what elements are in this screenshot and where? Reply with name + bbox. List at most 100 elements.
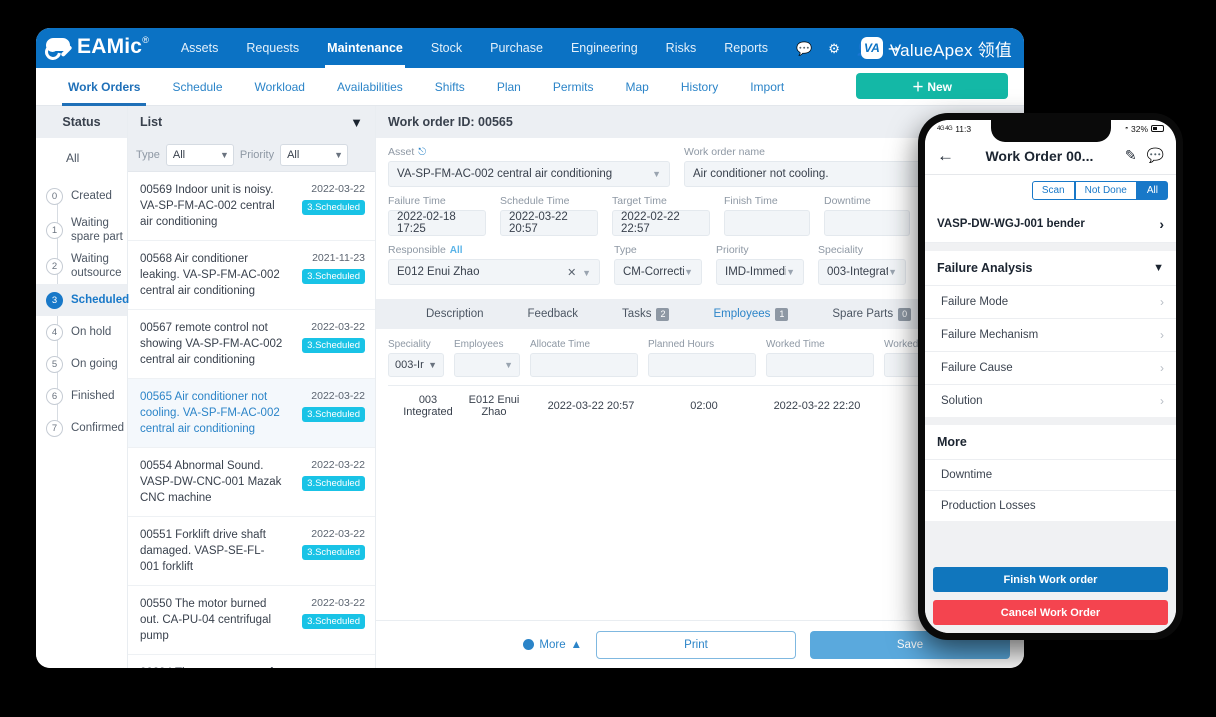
responsible-all-toggle[interactable]: All [450, 245, 463, 256]
status-item-scheduled[interactable]: 3 Scheduled [36, 284, 129, 316]
subcol-filter-input[interactable] [648, 353, 756, 377]
responsible-label-wrap: Responsible All [388, 244, 600, 256]
gear-icon[interactable]: ⚙ [828, 42, 840, 55]
list-item[interactable]: 00551 Forklift drive shaft damaged. VASP… [128, 517, 375, 586]
topnav-assets[interactable]: Assets [167, 28, 233, 68]
status-item-created[interactable]: 0 Created [36, 180, 127, 212]
subcol-filter-input[interactable] [766, 353, 874, 377]
phone-row-solution[interactable]: Solution › [925, 384, 1176, 417]
list-item-text: 00294 The temperature of the spindle is … [140, 665, 283, 668]
phone-row-downtime[interactable]: Downtime [925, 459, 1176, 490]
status-badge: 3.Scheduled [302, 338, 365, 353]
subnav-availabilities[interactable]: Availabilities [321, 68, 419, 106]
list-item[interactable]: 00554 Abnormal Sound. VASP-DW-CNC-001 Ma… [128, 448, 375, 517]
phone-asset-row[interactable]: VASP-DW-WGJ-001 bender › [925, 206, 1176, 243]
status-item-on-going[interactable]: 5 On going [36, 348, 127, 380]
subcol-filter-input[interactable] [530, 353, 638, 377]
failure-time-value: 2022-02-18 17:25 [397, 211, 456, 235]
subnav-history[interactable]: History [665, 68, 734, 106]
subnav-import[interactable]: Import [734, 68, 800, 106]
segment-all[interactable]: All [1136, 181, 1168, 200]
finish-work-order-button[interactable]: Finish Work order [933, 567, 1168, 592]
back-arrow-icon[interactable]: ← [937, 146, 954, 166]
tab-spare-parts[interactable]: Spare Parts 0 [810, 299, 933, 329]
chevron-right-icon: › [1160, 361, 1164, 375]
list-item[interactable]: 00568 Air conditioner leaking. VA-SP-FM-… [128, 241, 375, 310]
filter-icon[interactable]: ▼ [350, 115, 363, 130]
row-label: Failure Mechanism [941, 329, 1039, 341]
status-panel: Status All 0 Created 1 Waiting spare par… [36, 106, 129, 668]
new-work-order-button[interactable]: ＋ New [856, 73, 1008, 99]
downtime-input[interactable] [824, 210, 910, 236]
message-icon[interactable]: 💬 [796, 42, 812, 55]
list-item-selected[interactable]: 00565 Air conditioner not cooling. VA-SP… [128, 379, 375, 448]
asset-select[interactable]: VA-SP-FM-AC-002 central air conditioning… [388, 161, 670, 187]
topnav-stock[interactable]: Stock [417, 28, 476, 68]
status-filter-all[interactable]: All [36, 138, 127, 178]
print-button[interactable]: Print [596, 630, 796, 659]
topnav-engineering[interactable]: Engineering [557, 28, 652, 68]
phone-row-production-losses[interactable]: Production Losses [925, 490, 1176, 521]
status-item-finished[interactable]: 6 Finished [36, 380, 127, 412]
tab-feedback[interactable]: Feedback [506, 299, 601, 329]
topnav-requests[interactable]: Requests [232, 28, 313, 68]
failure-time-input[interactable]: 2022-02-18 17:25 [388, 210, 486, 236]
subnav-shifts[interactable]: Shifts [419, 68, 481, 106]
priority-filter-select[interactable]: All ▼ [280, 143, 349, 166]
target-time-input[interactable]: 2022-02-22 22:57 [612, 210, 710, 236]
schedule-time-input[interactable]: 2022-03-22 20:57 [500, 210, 598, 236]
eamic-logo[interactable]: EAMic ® [41, 34, 149, 63]
topnav-reports[interactable]: Reports [710, 28, 782, 68]
status-item-waiting-outsource[interactable]: 2 Waiting outsource [36, 248, 127, 284]
subnav-work-orders[interactable]: Work Orders [52, 68, 156, 106]
chevron-right-icon: › [1160, 295, 1164, 309]
subnav-schedule[interactable]: Schedule [156, 68, 238, 106]
type-select[interactable]: CM-Corrective ▼ [614, 259, 702, 285]
subnav-plan[interactable]: Plan [481, 68, 537, 106]
topnav-purchase[interactable]: Purchase [476, 28, 557, 68]
phone-header: ← Work Order 00... ✎ 💬 [925, 137, 1176, 175]
work-order-list[interactable]: 00569 Indoor unit is noisy. VA-SP-FM-AC-… [128, 172, 375, 668]
sub-navigation-bar: Work Orders Schedule Workload Availabili… [36, 68, 1024, 106]
priority-select[interactable]: IMD-Immedia ▼ [716, 259, 804, 285]
responsible-select[interactable]: E012 Enui Zhao ✕ ▼ [388, 259, 600, 285]
edit-icon[interactable]: ✎ [1125, 147, 1137, 164]
cancel-work-order-button[interactable]: Cancel Work Order [933, 600, 1168, 625]
subcol-filter-select[interactable]: 003-Ir ▼ [388, 353, 444, 377]
list-item[interactable]: 00294 The temperature of the spindle is … [128, 655, 375, 668]
tab-employees[interactable]: Employees 1 [691, 299, 810, 329]
status-item-waiting-spare-part[interactable]: 1 Waiting spare part [36, 212, 127, 248]
speciality-select[interactable]: 003-Integrated ▼ [818, 259, 906, 285]
type-filter-select[interactable]: All ▼ [165, 143, 234, 166]
subnav-permits[interactable]: Permits [537, 68, 610, 106]
clear-icon[interactable]: ✕ [567, 267, 576, 279]
cell-allocate-time: 2022-03-22 20:57 [547, 400, 635, 412]
more-button[interactable]: More ▲ [523, 639, 582, 651]
phone-row-failure-cause[interactable]: Failure Cause › [925, 351, 1176, 384]
chat-icon[interactable]: 💬 [1147, 147, 1164, 164]
subnav-workload[interactable]: Workload [239, 68, 321, 106]
list-item[interactable]: 00567 remote control not showing VA-SP-F… [128, 310, 375, 379]
subcol-filter-select[interactable]: ▼ [454, 353, 520, 377]
phone-section-failure-analysis[interactable]: Failure Analysis ▼ [925, 251, 1176, 285]
tab-tasks[interactable]: Tasks 2 [600, 299, 691, 329]
finish-time-input[interactable] [724, 210, 810, 236]
segment-not-done[interactable]: Not Done [1074, 181, 1137, 200]
tab-description[interactable]: Description [404, 299, 506, 329]
subnav-map[interactable]: Map [610, 68, 665, 106]
status-item-confirmed[interactable]: 7 Confirmed [36, 412, 127, 444]
status-item-on-hold[interactable]: 4 On hold [36, 316, 127, 348]
external-link-icon[interactable]: ⎋ [418, 147, 426, 158]
speciality-value: 003-Integrated [827, 266, 889, 278]
topnav-risks[interactable]: Risks [652, 28, 711, 68]
segment-scan[interactable]: Scan [1031, 181, 1075, 200]
phone-row-failure-mechanism[interactable]: Failure Mechanism › [925, 318, 1176, 351]
phone-row-failure-mode[interactable]: Failure Mode › [925, 285, 1176, 318]
list-item[interactable]: 00569 Indoor unit is noisy. VA-SP-FM-AC-… [128, 172, 375, 241]
topnav-maintenance[interactable]: Maintenance [313, 28, 417, 68]
list-item-meta: 2022-03-22 3.Scheduled [289, 596, 365, 644]
list-item[interactable]: 00550 The motor burned out. CA-PU-04 cen… [128, 586, 375, 655]
top-nav-items: Assets Requests Maintenance Stock Purcha… [167, 28, 782, 68]
subcol-label: Worked Time [766, 339, 825, 350]
cloud-wrench-logo-icon [41, 37, 72, 63]
